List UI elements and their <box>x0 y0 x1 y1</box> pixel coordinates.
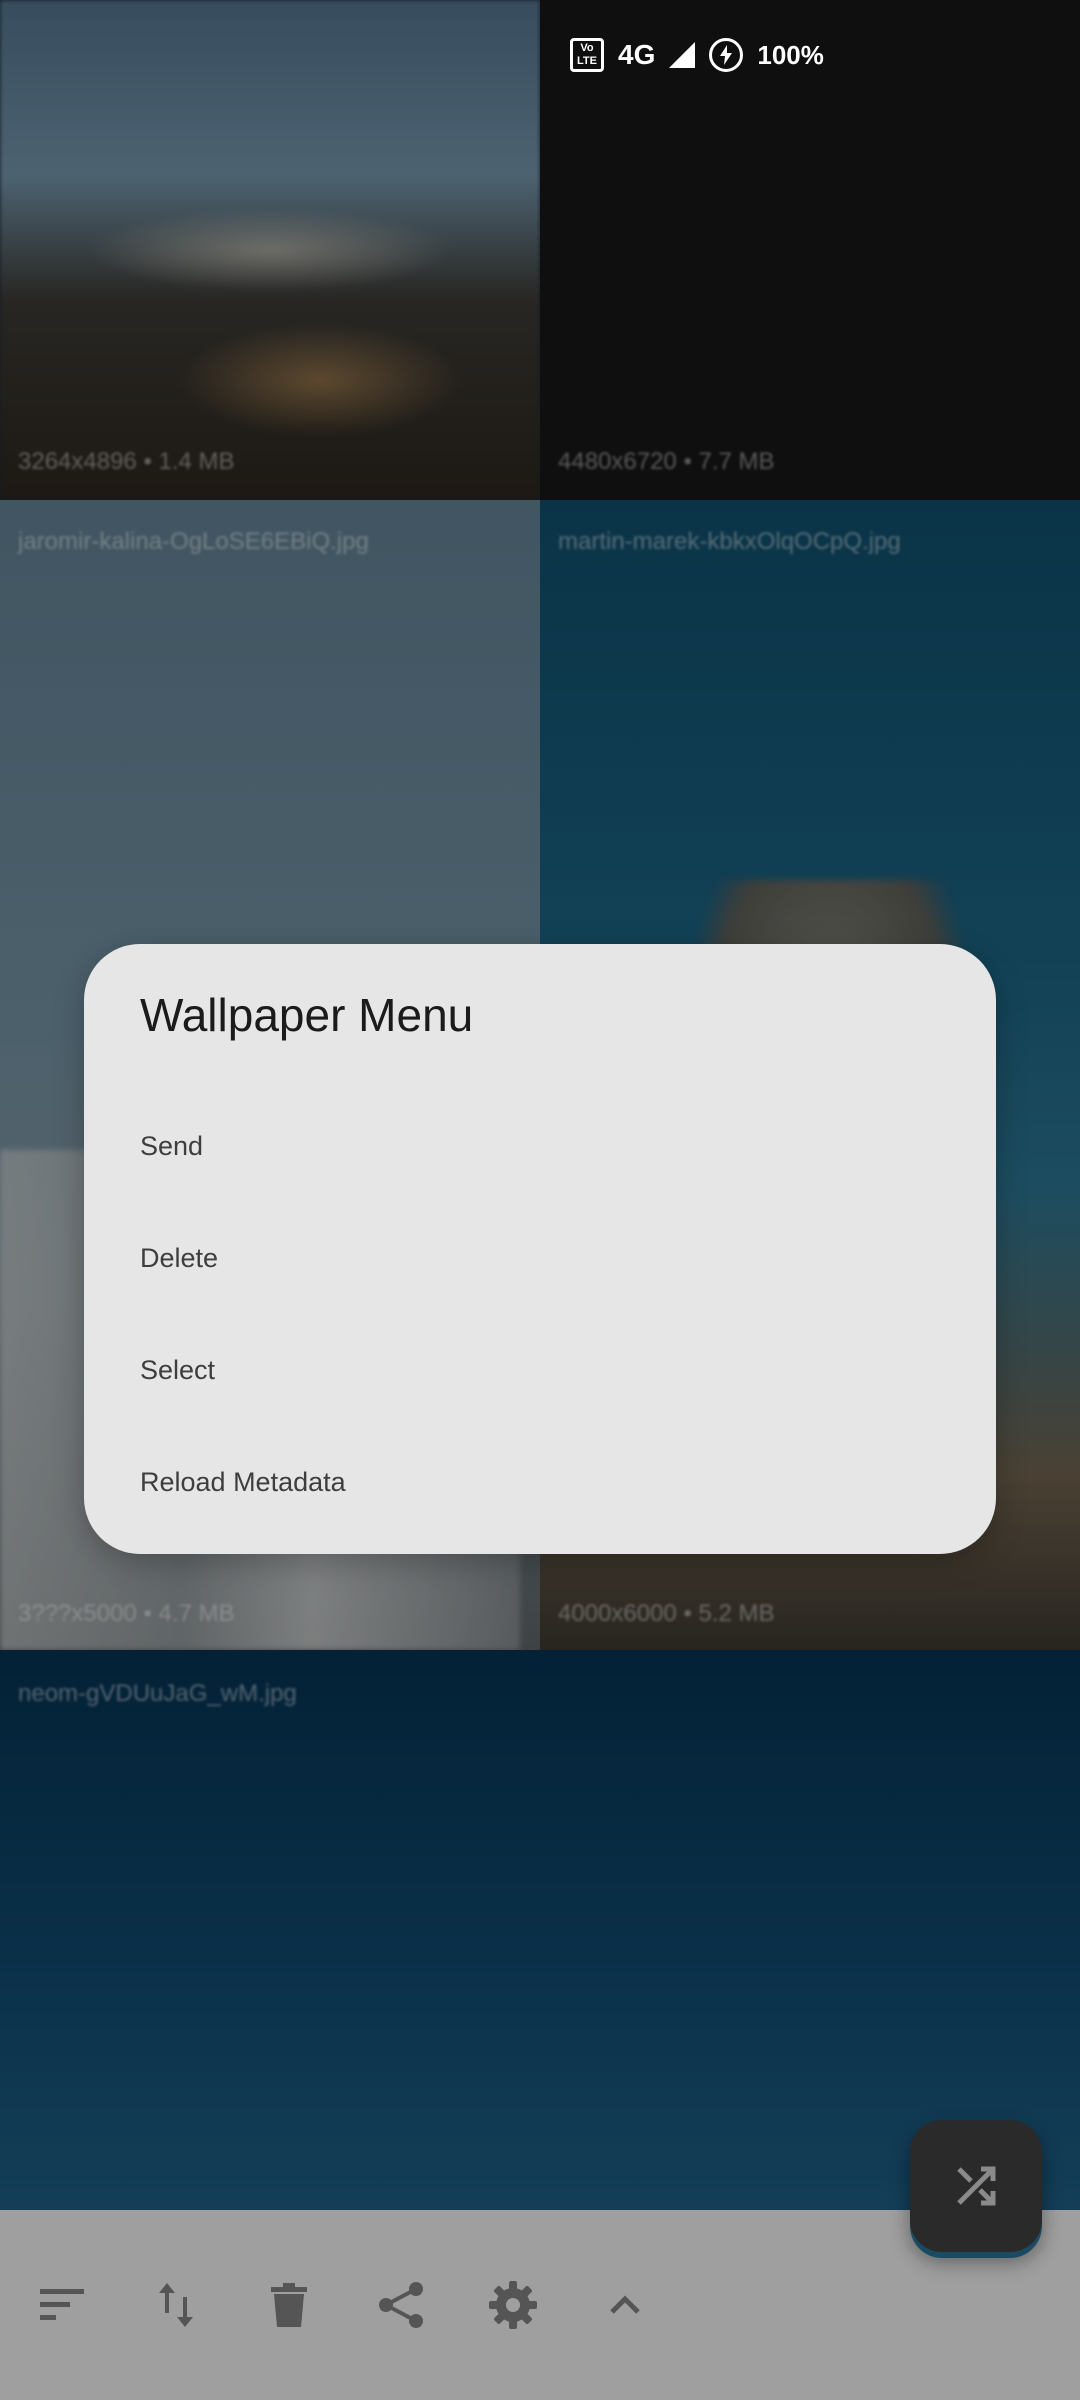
network-type: 4G <box>618 39 656 70</box>
delete-icon[interactable] <box>254 2270 324 2340</box>
dialog-title: Wallpaper Menu <box>140 989 474 1041</box>
shuffle-button[interactable] <box>910 2120 1042 2252</box>
shuffle-icon <box>957 2166 996 2206</box>
settings-icon[interactable] <box>478 2270 548 2340</box>
swap-vertical-icon[interactable] <box>142 2270 212 2340</box>
menu-item-select[interactable]: Select <box>140 1330 940 1410</box>
menu-item-delete[interactable]: Delete <box>140 1218 940 1298</box>
share-icon[interactable] <box>366 2270 436 2340</box>
signal-icon <box>669 42 696 68</box>
battery-charging-icon <box>709 38 744 72</box>
menu-item-send[interactable]: Send <box>140 1106 940 1186</box>
status-bar: Vo LTE 4G 100% <box>570 30 824 80</box>
menu-item-reload-metadata[interactable]: Reload Metadata <box>140 1442 940 1522</box>
battery-percent: 100% <box>757 39 824 70</box>
volte-icon: Vo LTE <box>570 38 604 72</box>
wallpaper-menu-dialog: Wallpaper Menu Send Delete Select Reload… <box>84 944 996 1554</box>
expand-up-icon[interactable] <box>590 2270 660 2340</box>
sort-icon[interactable] <box>28 2270 98 2340</box>
